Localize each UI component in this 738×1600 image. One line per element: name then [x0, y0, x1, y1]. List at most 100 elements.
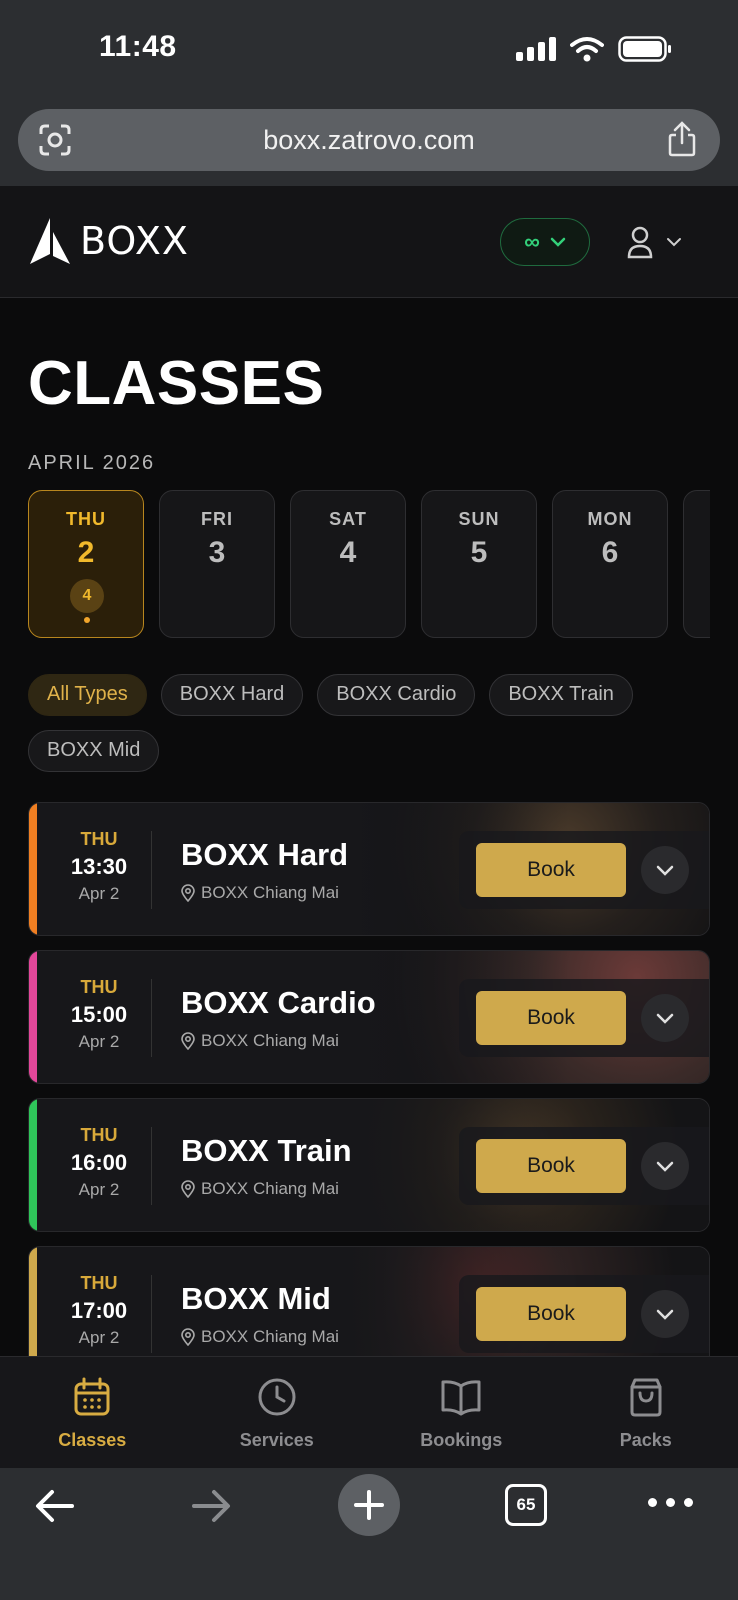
forward-arrow-icon[interactable] — [190, 1488, 232, 1524]
class-card[interactable]: THU 15:00 Apr 2 BOXX Cardio BOXX Chiang … — [28, 950, 710, 1084]
new-tab-button[interactable] — [338, 1474, 400, 1536]
url-field[interactable]: boxx.zatrovo.com — [18, 109, 720, 171]
class-day: THU — [80, 1125, 118, 1145]
expand-details-button[interactable] — [641, 846, 689, 894]
class-location: BOXX Chiang Mai — [181, 883, 339, 903]
class-location-text: BOXX Chiang Mai — [201, 1031, 339, 1050]
class-time-block: THU 17:00 Apr 2 — [41, 1273, 157, 1348]
app-header: BOXX ∞ — [0, 186, 738, 298]
url-text: boxx.zatrovo.com — [263, 125, 475, 155]
filter-chip-all-types[interactable]: All Types — [28, 674, 147, 716]
date-selector: THU 2 4 FRI 3 SAT 4 SUN 5 MON 6 — [28, 490, 710, 640]
class-time: 13:30 — [70, 854, 128, 879]
class-count-badge: 4 — [70, 579, 104, 613]
class-location: BOXX Chiang Mai — [181, 1179, 339, 1199]
shopping-bag-icon — [630, 1378, 662, 1417]
divider — [151, 1275, 152, 1353]
more-options-button[interactable] — [648, 1498, 693, 1507]
day-card-mon-6[interactable]: MON 6 — [552, 490, 668, 638]
nav-item-classes[interactable]: Classes — [0, 1357, 185, 1468]
class-name: BOXX Mid — [181, 1281, 331, 1316]
expand-details-button[interactable] — [641, 1142, 689, 1190]
share-icon[interactable] — [666, 121, 698, 157]
class-location-text: BOXX Chiang Mai — [201, 1179, 339, 1198]
book-button[interactable]: Book — [476, 1139, 626, 1193]
brand-logo[interactable]: BOXX — [28, 216, 189, 266]
brand-name: BOXX — [80, 219, 189, 263]
class-location: BOXX Chiang Mai — [181, 1327, 339, 1347]
has-classes-dot — [84, 617, 90, 623]
wifi-icon — [570, 37, 604, 62]
more-dot — [684, 1498, 693, 1507]
browser-address-bar: boxx.zatrovo.com — [0, 96, 738, 186]
map-pin-icon — [181, 884, 195, 902]
map-pin-icon — [181, 1180, 195, 1198]
class-card[interactable]: THU 13:30 Apr 2 BOXX Hard BOXX Chiang Ma… — [28, 802, 710, 936]
nav-item-services[interactable]: Services — [185, 1357, 370, 1468]
filter-chip-boxx-train[interactable]: BOXX Train — [489, 674, 633, 716]
back-arrow-icon[interactable] — [34, 1488, 76, 1524]
tab-switcher-button[interactable]: 65 — [505, 1484, 547, 1526]
class-card[interactable]: THU 17:00 Apr 2 BOXX Mid BOXX Chiang Mai… — [28, 1246, 710, 1356]
calendar-icon — [74, 1377, 110, 1416]
credits-selector[interactable]: ∞ — [500, 218, 590, 266]
class-day: THU — [80, 977, 118, 997]
class-time-block: THU 15:00 Apr 2 — [41, 977, 157, 1052]
class-card[interactable]: THU 16:00 Apr 2 BOXX Train BOXX Chiang M… — [28, 1098, 710, 1232]
chevron-down-icon — [656, 1013, 674, 1024]
book-button[interactable]: Book — [476, 991, 626, 1045]
class-location: BOXX Chiang Mai — [181, 1031, 339, 1051]
class-type-filters: All Types BOXX Hard BOXX Cardio BOXX Tra… — [28, 674, 718, 772]
day-card-sat-4[interactable]: SAT 4 — [290, 490, 406, 638]
status-time: 11:48 — [99, 30, 177, 63]
nav-item-bookings[interactable]: Bookings — [369, 1357, 554, 1468]
map-pin-icon — [181, 1328, 195, 1346]
book-button[interactable]: Book — [476, 843, 626, 897]
nav-label: Classes — [58, 1430, 127, 1450]
chevron-down-icon — [656, 1309, 674, 1320]
class-location-text: BOXX Chiang Mai — [201, 883, 339, 902]
class-type-accent — [29, 951, 37, 1083]
boxx-logo-icon — [30, 218, 70, 264]
day-card-next[interactable] — [683, 490, 710, 638]
chevron-down-icon — [656, 1161, 674, 1172]
month-label: APRIL 2026 — [28, 452, 156, 474]
day-of-week: FRI — [201, 509, 233, 529]
chevron-down-icon — [667, 238, 681, 247]
filter-chip-boxx-cardio[interactable]: BOXX Cardio — [317, 674, 476, 716]
map-pin-icon — [181, 1032, 195, 1050]
day-number: 4 — [339, 536, 357, 569]
user-icon — [627, 226, 653, 259]
day-of-week: THU — [66, 509, 106, 529]
signal-icon — [516, 37, 556, 61]
divider — [151, 1127, 152, 1205]
class-time-block: THU 16:00 Apr 2 — [41, 1125, 157, 1200]
class-date: Apr 2 — [78, 884, 120, 903]
class-time: 17:00 — [70, 1298, 128, 1323]
browser-toolbar: 65 — [0, 1468, 738, 1600]
nav-label: Packs — [619, 1430, 672, 1450]
expand-details-button[interactable] — [641, 1290, 689, 1338]
day-number: 6 — [601, 536, 619, 569]
class-day: THU — [80, 1273, 118, 1293]
day-card-thu-2[interactable]: THU 2 4 — [28, 490, 144, 638]
class-time-block: THU 13:30 Apr 2 — [41, 829, 157, 904]
filter-chip-boxx-hard[interactable]: BOXX Hard — [160, 674, 304, 716]
nav-label: Bookings — [420, 1430, 503, 1450]
status-icons — [516, 36, 672, 62]
class-date: Apr 2 — [78, 1328, 120, 1347]
plus-icon — [354, 1490, 384, 1520]
bottom-nav: Classes Services Bookings Packs — [0, 1356, 738, 1468]
class-type-accent — [29, 1247, 37, 1356]
divider — [151, 831, 152, 909]
user-menu[interactable] — [626, 218, 696, 266]
filter-chip-boxx-mid[interactable]: BOXX Mid — [28, 730, 160, 772]
day-card-fri-3[interactable]: FRI 3 — [159, 490, 275, 638]
book-button[interactable]: Book — [476, 1287, 626, 1341]
day-of-week: SAT — [329, 509, 367, 529]
battery-icon — [618, 36, 671, 62]
day-card-sun-5[interactable]: SUN 5 — [421, 490, 537, 638]
expand-details-button[interactable] — [641, 994, 689, 1042]
nav-item-packs[interactable]: Packs — [554, 1357, 738, 1468]
book-icon — [441, 1380, 481, 1416]
